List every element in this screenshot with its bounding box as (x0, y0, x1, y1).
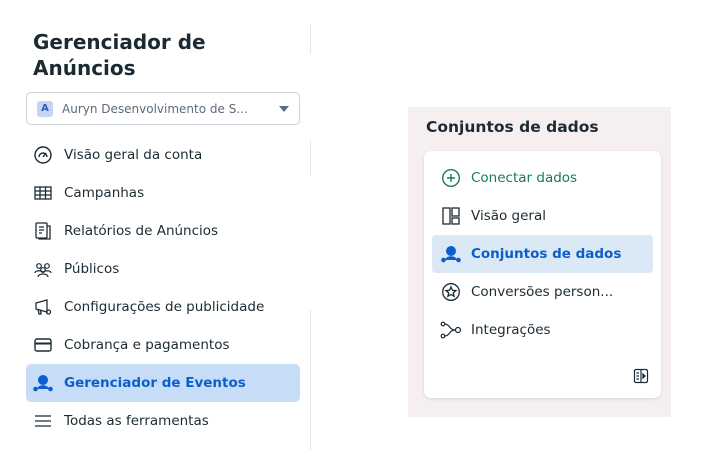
audience-icon (32, 258, 54, 280)
menu-item-label: Conjuntos de dados (471, 246, 622, 262)
menu-item-integrations[interactable]: Integrações (432, 311, 653, 349)
sidebar-item-billing[interactable]: Cobrança e pagamentos (26, 326, 300, 364)
sidebar-item-campaigns[interactable]: Campanhas (26, 174, 300, 212)
sidebar-item-label: Todas as ferramentas (64, 413, 209, 429)
divider (310, 140, 311, 176)
events-manager-icon (32, 372, 54, 394)
divider (310, 310, 311, 450)
collapse-panel-button[interactable] (633, 368, 649, 384)
account-selector[interactable]: A Auryn Desenvolvimento de S... (26, 92, 300, 125)
integrations-icon (440, 319, 462, 341)
sidebar-item-ad-reports[interactable]: Relatórios de Anúncios (26, 212, 300, 250)
table-grid-icon (32, 182, 54, 204)
datasets-panel: Conjuntos de dados Conectar dados Visão … (408, 107, 671, 417)
menu-item-datasets[interactable]: Conjuntos de dados (432, 235, 653, 273)
star-badge-icon (440, 281, 462, 303)
menu-item-label: Visão geral (471, 208, 546, 224)
sidebar-item-label: Campanhas (64, 185, 145, 201)
sidebar-item-label: Públicos (64, 261, 120, 277)
datasets-menu-card: Conectar dados Visão geral Conjuntos de … (424, 151, 661, 398)
app-title: Gerenciador de Anúncios (33, 30, 206, 80)
account-name: Auryn Desenvolvimento de S... (62, 101, 248, 116)
sidebar-item-label: Configurações de publicidade (64, 299, 265, 315)
menu-item-label: Integrações (471, 322, 551, 338)
dashboard-gauge-icon (32, 144, 54, 166)
sidebar-item-events-manager[interactable]: Gerenciador de Eventos (26, 364, 300, 402)
sidebar-item-ad-settings[interactable]: Configurações de publicidade (26, 288, 300, 326)
report-icon (32, 220, 54, 242)
menu-item-connect-data[interactable]: Conectar dados (432, 159, 653, 197)
divider (310, 24, 311, 54)
sidebar-item-all-tools[interactable]: Todas as ferramentas (26, 402, 300, 440)
sidebar-item-label: Gerenciador de Eventos (64, 375, 246, 391)
menu-item-label: Conectar dados (471, 170, 578, 186)
menu-item-custom-conversions[interactable]: Conversões person... (432, 273, 653, 311)
sidebar-item-label: Relatórios de Anúncios (64, 223, 219, 239)
plus-circle-icon (440, 167, 462, 189)
chevron-down-icon (279, 105, 289, 112)
collapse-sidebar-icon (633, 368, 649, 384)
sidebar-item-label: Cobrança e pagamentos (64, 337, 230, 353)
menu-item-overview[interactable]: Visão geral (432, 197, 653, 235)
account-avatar: A (37, 100, 53, 117)
settings-ad-icon (32, 296, 54, 318)
menu-item-label: Conversões person... (471, 284, 614, 300)
panel-title: Conjuntos de dados (426, 118, 599, 136)
sidebar-item-account-overview[interactable]: Visão geral da conta (26, 136, 300, 174)
credit-card-icon (32, 334, 54, 356)
sidebar-item-audiences[interactable]: Públicos (26, 250, 300, 288)
sidebar-item-label: Visão geral da conta (64, 147, 203, 163)
overview-layout-icon (440, 205, 462, 227)
datasets-menu: Conectar dados Visão geral Conjuntos de … (432, 159, 653, 349)
sidebar-nav: Visão geral da conta Campanhas Relatório… (26, 136, 300, 440)
hamburger-menu-icon (32, 410, 54, 432)
datasets-icon (440, 243, 462, 265)
